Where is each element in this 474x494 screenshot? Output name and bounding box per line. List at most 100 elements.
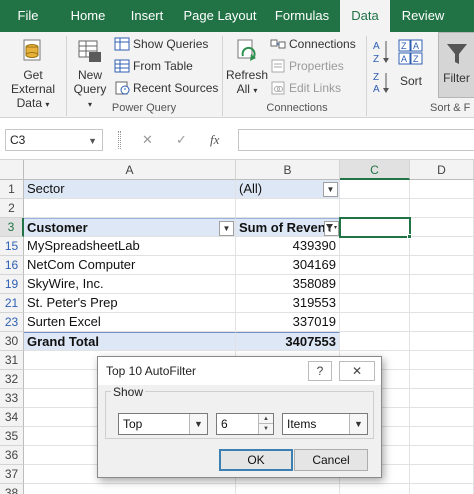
row-header[interactable]: 32	[0, 370, 24, 389]
cell-d38[interactable]	[410, 484, 474, 494]
cell-a30[interactable]: Grand Total	[24, 332, 236, 351]
cell-d1[interactable]	[410, 180, 474, 199]
spin-up-icon[interactable]: ▲	[258, 414, 273, 424]
row-header[interactable]: 16	[0, 256, 24, 275]
value-filter-applied-icon[interactable]	[324, 221, 339, 236]
unit-select[interactable]: Items ▼	[282, 413, 368, 435]
cell-c38[interactable]	[340, 484, 410, 494]
column-header-b[interactable]: B	[236, 160, 340, 180]
enter-entry-icon[interactable]: ✓	[176, 129, 187, 151]
tab-insert[interactable]: Insert	[120, 0, 174, 32]
cell-d33[interactable]	[410, 389, 474, 408]
row-header[interactable]: 30	[0, 332, 24, 351]
cell-b15[interactable]: 439390	[236, 237, 340, 256]
cell-b21[interactable]: 319553	[236, 294, 340, 313]
tab-file[interactable]: File	[0, 0, 56, 32]
count-spinner[interactable]: 6 ▲ ▼	[216, 413, 274, 435]
cancel-entry-icon[interactable]: ✕	[142, 129, 153, 151]
cell-c2[interactable]	[340, 199, 410, 218]
row-header[interactable]: 35	[0, 427, 24, 446]
filter-button[interactable]: Filter	[438, 32, 474, 98]
cell-d19[interactable]	[410, 275, 474, 294]
direction-select[interactable]: Top ▼	[118, 413, 208, 435]
row-header[interactable]: 33	[0, 389, 24, 408]
cell-d35[interactable]	[410, 427, 474, 446]
cell-d23[interactable]	[410, 313, 474, 332]
name-box[interactable]: C3 ▼	[5, 129, 103, 151]
row-header[interactable]: 19	[0, 275, 24, 294]
row-labels-dropdown-icon[interactable]: ▼	[219, 221, 234, 236]
cell-b19[interactable]: 358089	[236, 275, 340, 294]
show-queries-button[interactable]: Show Queries	[114, 34, 208, 54]
row-header[interactable]: 3	[0, 218, 24, 237]
cell-d16[interactable]	[410, 256, 474, 275]
cell-c30[interactable]	[340, 332, 410, 351]
spin-down-icon[interactable]: ▼	[258, 424, 273, 434]
row-header[interactable]: 36	[0, 446, 24, 465]
ok-button[interactable]: OK	[219, 449, 293, 471]
cell-c21[interactable]	[340, 294, 410, 313]
cell-d34[interactable]	[410, 408, 474, 427]
cell-c1[interactable]	[340, 180, 410, 199]
row-header[interactable]: 38	[0, 484, 24, 494]
row-header[interactable]: 34	[0, 408, 24, 427]
row-header[interactable]: 2	[0, 199, 24, 218]
column-header-a[interactable]: A	[24, 160, 236, 180]
cell-d32[interactable]	[410, 370, 474, 389]
row-header[interactable]: 31	[0, 351, 24, 370]
cell-c16[interactable]	[340, 256, 410, 275]
row-header[interactable]: 15	[0, 237, 24, 256]
row-header[interactable]: 37	[0, 465, 24, 484]
cell-a21[interactable]: St. Peter's Prep	[24, 294, 236, 313]
cell-d36[interactable]	[410, 446, 474, 465]
cell-c19[interactable]	[340, 275, 410, 294]
tab-data[interactable]: Data	[340, 0, 390, 32]
cell-a16[interactable]: NetCom Computer	[24, 256, 236, 275]
tab-review[interactable]: Review	[392, 0, 454, 32]
row-header[interactable]: 21	[0, 294, 24, 313]
cell-a2[interactable]	[24, 199, 236, 218]
cell-d15[interactable]	[410, 237, 474, 256]
sort-descending-button[interactable]: ZA	[372, 70, 390, 98]
column-header-c[interactable]: C	[340, 160, 410, 180]
cell-a38[interactable]	[24, 484, 236, 494]
cell-a23[interactable]: Surten Excel	[24, 313, 236, 332]
cell-d31[interactable]	[410, 351, 474, 370]
cell-c15[interactable]	[340, 237, 410, 256]
cell-d3[interactable]	[410, 218, 474, 237]
sort-ascending-button[interactable]: AZ	[372, 38, 390, 66]
cell-d2[interactable]	[410, 199, 474, 218]
tab-page-layout[interactable]: Page Layout	[174, 0, 266, 32]
active-cell-c3[interactable]	[339, 217, 411, 238]
connections-button[interactable]: Connections	[270, 34, 356, 54]
row-header[interactable]: 1	[0, 180, 24, 199]
report-filter-dropdown-icon[interactable]: ▼	[323, 182, 338, 197]
from-table-button[interactable]: From Table	[114, 56, 193, 76]
close-icon[interactable]: ✕	[339, 361, 375, 381]
column-header-d[interactable]: D	[410, 160, 474, 180]
refresh-all-button[interactable]: Refresh All ▾	[226, 36, 268, 98]
recent-sources-button[interactable]: Recent Sources	[114, 78, 218, 98]
tab-formulas[interactable]: Formulas	[266, 0, 338, 32]
cell-b2[interactable]	[236, 199, 340, 218]
new-query-button[interactable]: New Query ▾	[70, 36, 110, 109]
cell-a19[interactable]: SkyWire, Inc.	[24, 275, 236, 294]
cell-a1[interactable]: Sector	[24, 180, 236, 199]
properties-button[interactable]: Properties	[270, 56, 344, 76]
cell-c23[interactable]	[340, 313, 410, 332]
row-header[interactable]: 23	[0, 313, 24, 332]
cell-a3[interactable]: Customer	[24, 218, 236, 237]
select-all-corner[interactable]	[0, 160, 24, 180]
cell-b38[interactable]	[236, 484, 340, 494]
sort-button[interactable]: Z A A Z Sort	[394, 36, 428, 98]
insert-function-icon[interactable]: fx	[210, 129, 219, 151]
formula-input[interactable]	[238, 129, 474, 151]
cell-d37[interactable]	[410, 465, 474, 484]
cell-b16[interactable]: 304169	[236, 256, 340, 275]
cell-d21[interactable]	[410, 294, 474, 313]
cell-b30[interactable]: 3407553	[236, 332, 340, 351]
cell-b23[interactable]: 337019	[236, 313, 340, 332]
edit-links-button[interactable]: Edit Links	[270, 78, 341, 98]
cancel-button[interactable]: Cancel	[294, 449, 368, 471]
cell-d30[interactable]	[410, 332, 474, 351]
